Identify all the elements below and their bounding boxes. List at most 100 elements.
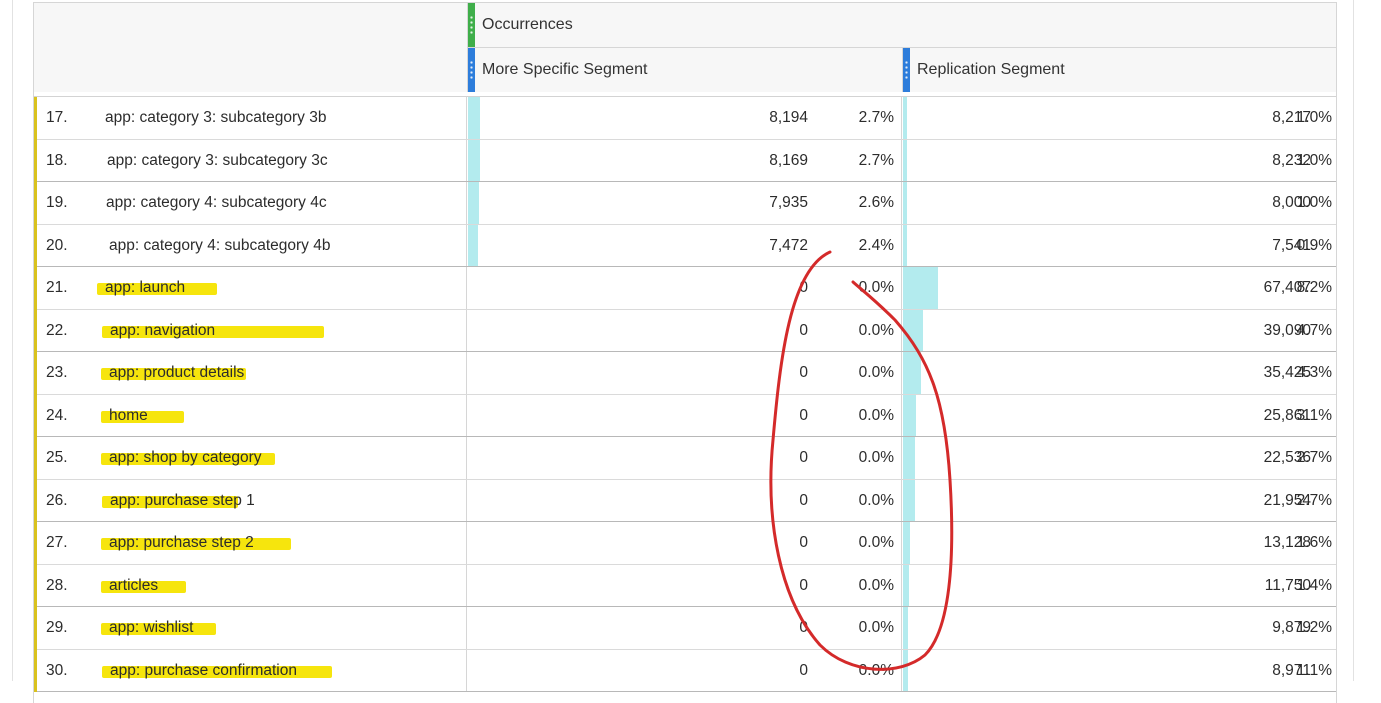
drag-handle-icon[interactable] <box>468 48 475 92</box>
row-accent-bar <box>34 522 37 565</box>
dimension-cell[interactable]: 23. app: product details <box>34 352 467 395</box>
metric-percent: 2.4% <box>858 236 894 254</box>
metric-percent: 2.6% <box>858 194 894 211</box>
dimension-cell[interactable]: 22. app: navigation <box>34 309 467 352</box>
table-row[interactable]: 20. app: category 4: subcategory 4b 7,472 2… <box>34 224 1336 267</box>
metric-percent: 2.7% <box>858 151 894 169</box>
metric-value: 0 <box>799 279 808 296</box>
table-row[interactable]: 28. articles 0 0.0% 11,750 1.4% <box>34 564 1336 607</box>
table-row[interactable]: 19. app: category 4: subcategory 4c 7,935 2… <box>34 182 1336 225</box>
table-row[interactable]: 27. app: purchase step 2 0 0.0% 13,128 1.6% <box>34 522 1336 565</box>
dimension-item-label[interactable]: app: product details <box>109 364 244 382</box>
dimension-item-label[interactable]: app: purchase step 2 <box>109 534 254 552</box>
metric-value: 7,935 <box>769 194 808 211</box>
dimension-cell[interactable]: 27. app: purchase step 2 <box>34 522 467 565</box>
percent-bar <box>903 394 916 436</box>
row-number: 29. <box>46 619 68 636</box>
drag-handle-icon[interactable] <box>903 48 910 92</box>
replication-segment-cell[interactable]: 9,879 1.2% <box>903 607 1336 649</box>
table-row[interactable]: 22. app: navigation 0 0.0% 39,090 4.7% <box>34 309 1336 352</box>
more-specific-segment-cell[interactable]: 0 0.0% <box>468 437 902 479</box>
dimension-item-label[interactable]: app: category 3: subcategory 3b <box>105 109 326 127</box>
replication-segment-cell[interactable]: 8,000 1.0% <box>903 182 1336 224</box>
dimension-item-label[interactable]: app: purchase step 1 <box>110 492 255 510</box>
dimension-cell[interactable]: 29. app: wishlist <box>34 607 467 650</box>
row-accent-bar <box>34 649 37 692</box>
percent-bar <box>903 224 907 266</box>
row-number: 19. <box>46 194 68 211</box>
replication-segment-cell[interactable]: 39,090 4.7% <box>903 309 1336 351</box>
dimension-cell[interactable]: 21. app: launch <box>34 267 467 310</box>
segment-header-replication[interactable]: Replication Segment <box>903 48 1336 92</box>
metric-percent: 2.7% <box>858 109 894 126</box>
more-specific-segment-cell[interactable]: 7,935 2.6% <box>468 182 902 224</box>
metric-percent: 2.7% <box>1296 491 1332 509</box>
more-specific-segment-cell[interactable]: 0 0.0% <box>468 394 902 436</box>
more-specific-segment-cell[interactable]: 8,169 2.7% <box>468 139 902 181</box>
table-row[interactable]: 30. app: purchase confirmation 0 0.0% 8,971 1… <box>34 649 1336 692</box>
more-specific-segment-cell[interactable]: 0 0.0% <box>468 564 902 606</box>
segment-header-more-specific[interactable]: More Specific Segment <box>468 48 903 92</box>
row-number: 24. <box>46 406 68 424</box>
dimension-cell[interactable]: 26. app: purchase step 1 <box>34 479 467 522</box>
percent-bar <box>903 267 938 309</box>
table-row[interactable]: 24. home 0 0.0% 25,861 3.1% <box>34 394 1336 437</box>
metric-percent: 1.1% <box>1296 661 1332 679</box>
table-row[interactable]: 21. app: launch 0 0.0% 67,407 8.2% <box>34 267 1336 310</box>
dimension-item-label[interactable]: app: category 4: subcategory 4c <box>106 194 327 212</box>
dimension-item-label[interactable]: app: purchase confirmation <box>110 662 297 680</box>
table-row[interactable]: 29. app: wishlist 0 0.0% 9,879 1.2% <box>34 607 1336 650</box>
dimension-header-cell[interactable] <box>34 3 468 92</box>
replication-segment-cell[interactable]: 67,407 8.2% <box>903 267 1336 309</box>
replication-segment-cell[interactable]: 11,750 1.4% <box>903 564 1336 606</box>
drag-handle-icon[interactable] <box>468 3 475 47</box>
more-specific-segment-cell[interactable]: 0 0.0% <box>468 309 902 351</box>
replication-segment-cell[interactable]: 25,861 3.1% <box>903 394 1336 436</box>
dimension-cell[interactable]: 20. app: category 4: subcategory 4b <box>34 224 467 267</box>
dimension-cell[interactable]: 30. app: purchase confirmation <box>34 649 467 692</box>
more-specific-segment-cell[interactable]: 8,194 2.7% <box>468 97 902 139</box>
more-specific-segment-cell[interactable]: 0 0.0% <box>468 522 902 564</box>
table-row[interactable]: 25. app: shop by category 0 0.0% 22,536 2.7% <box>34 437 1336 480</box>
replication-segment-cell[interactable]: 21,954 2.7% <box>903 479 1336 521</box>
dimension-item-label[interactable]: app: shop by category <box>109 449 262 467</box>
percent-bar <box>903 607 908 649</box>
dimension-cell[interactable]: 17. app: category 3: subcategory 3b <box>34 97 467 140</box>
more-specific-segment-cell[interactable]: 0 0.0% <box>468 267 902 309</box>
dimension-cell[interactable]: 19. app: category 4: subcategory 4c <box>34 182 467 225</box>
replication-segment-cell[interactable]: 8,971 1.1% <box>903 649 1336 691</box>
more-specific-segment-cell[interactable]: 7,472 2.4% <box>468 224 902 266</box>
dimension-item-label[interactable]: articles <box>109 577 158 595</box>
dimension-item-label[interactable]: app: navigation <box>110 322 215 340</box>
metric-percent: 3.1% <box>1296 406 1332 424</box>
more-specific-segment-cell[interactable]: 0 0.0% <box>468 607 902 649</box>
dimension-cell[interactable]: 28. articles <box>34 564 467 607</box>
metric-percent: 0.0% <box>858 406 894 424</box>
table-header: Occurrences More Specific Segment Replic… <box>34 3 1336 93</box>
replication-segment-cell[interactable]: 7,541 0.9% <box>903 224 1336 266</box>
dimension-item-label[interactable]: app: wishlist <box>109 619 193 637</box>
dimension-cell[interactable]: 25. app: shop by category <box>34 437 467 480</box>
replication-segment-cell[interactable]: 35,425 4.3% <box>903 352 1336 394</box>
row-accent-bar <box>34 267 37 310</box>
replication-segment-cell[interactable]: 13,128 1.6% <box>903 522 1336 564</box>
more-specific-segment-cell[interactable]: 0 0.0% <box>468 649 902 691</box>
dimension-item-label[interactable]: app: category 3: subcategory 3c <box>107 152 328 170</box>
dimension-cell[interactable]: 24. home <box>34 394 467 437</box>
replication-segment-cell[interactable]: 22,536 2.7% <box>903 437 1336 479</box>
table-row[interactable]: 23. app: product details 0 0.0% 35,425 4.3% <box>34 352 1336 395</box>
more-specific-segment-cell[interactable]: 0 0.0% <box>468 352 902 394</box>
dimension-item-label[interactable]: app: launch <box>105 279 185 297</box>
dimension-cell[interactable]: 18. app: category 3: subcategory 3c <box>34 139 467 182</box>
metric-header-occurrences[interactable]: Occurrences <box>468 3 1336 48</box>
table-row[interactable]: 18. app: category 3: subcategory 3c 8,169 2… <box>34 139 1336 182</box>
metric-percent: 0.0% <box>858 534 894 551</box>
dimension-item-label[interactable]: home <box>109 407 148 425</box>
table-row[interactable]: 26. app: purchase step 1 0 0.0% 21,954 2.7% <box>34 479 1336 522</box>
row-number: 17. <box>46 109 68 126</box>
replication-segment-cell[interactable]: 8,217 1.0% <box>903 97 1336 139</box>
dimension-item-label[interactable]: app: category 4: subcategory 4b <box>109 237 330 255</box>
table-row[interactable]: 17. app: category 3: subcategory 3b 8,194 2… <box>34 97 1336 140</box>
more-specific-segment-cell[interactable]: 0 0.0% <box>468 479 902 521</box>
replication-segment-cell[interactable]: 8,232 1.0% <box>903 139 1336 181</box>
